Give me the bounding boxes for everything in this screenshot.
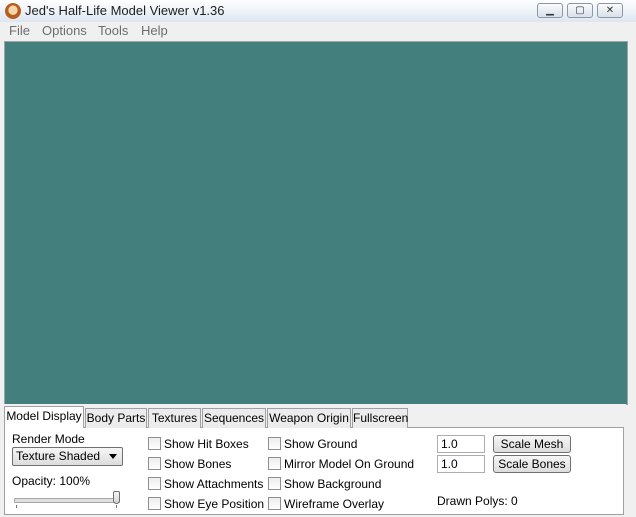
dropdown-arrow-icon: [109, 454, 117, 459]
show-hit-boxes-checkbox[interactable]: [148, 437, 161, 450]
show-background-checkbox[interactable]: [268, 477, 281, 490]
drawn-polys-readout: Drawn Polys: 0: [437, 494, 518, 508]
menu-bar: File Options Tools Help: [0, 22, 636, 40]
tab-textures[interactable]: Textures: [148, 408, 201, 428]
show-bones-checkbox[interactable]: [148, 457, 161, 470]
show-ground-checkbox[interactable]: [268, 437, 281, 450]
wireframe-overlay-checkbox[interactable]: [268, 497, 281, 510]
minimize-button[interactable]: ▁: [537, 3, 563, 18]
close-icon: ✕: [605, 5, 615, 16]
maximize-icon: ▢: [575, 5, 585, 16]
opacity-slider-thumb[interactable]: [113, 491, 120, 504]
title-bar: Jed's Half-Life Model Viewer v1.36 ▁ ▢ ✕: [0, 0, 636, 23]
opacity-label: Opacity: 100%: [12, 474, 91, 488]
mirror-model-on-ground-label: Mirror Model On Ground: [284, 457, 415, 471]
show-bones-label: Show Bones: [164, 457, 232, 471]
menu-options[interactable]: Options: [42, 23, 87, 38]
window-title: Jed's Half-Life Model Viewer v1.36: [25, 3, 225, 18]
show-ground-label: Show Ground: [284, 437, 358, 451]
tab-weapon-origin[interactable]: Weapon Origin: [267, 408, 351, 428]
tab-fullscreen[interactable]: Fullscreen: [352, 408, 408, 428]
scale-bones-input[interactable]: [437, 455, 485, 473]
tab-body-parts[interactable]: Body Parts: [85, 408, 147, 428]
wireframe-overlay-label: Wireframe Overlay: [284, 497, 385, 511]
model-viewport[interactable]: [4, 41, 628, 405]
show-hit-boxes-label: Show Hit Boxes: [164, 437, 249, 451]
maximize-button[interactable]: ▢: [567, 3, 593, 18]
opacity-slider-track[interactable]: [14, 498, 120, 503]
menu-tools[interactable]: Tools: [98, 23, 128, 38]
scale-bones-button[interactable]: Scale Bones: [493, 455, 571, 473]
tab-model-display[interactable]: Model Display: [4, 406, 84, 428]
slider-tick: [116, 505, 117, 508]
tab-sequences[interactable]: Sequences: [202, 408, 266, 428]
show-attachments-label: Show Attachments: [164, 477, 264, 491]
slider-tick: [16, 505, 17, 508]
menu-file[interactable]: File: [9, 23, 30, 38]
minimize-icon: ▁: [546, 5, 554, 16]
render-mode-select[interactable]: Texture Shaded: [12, 447, 123, 466]
scale-mesh-button[interactable]: Scale Mesh: [493, 435, 571, 453]
app-icon: [5, 3, 21, 19]
scale-mesh-input[interactable]: [437, 435, 485, 453]
close-button[interactable]: ✕: [597, 3, 623, 18]
menu-help[interactable]: Help: [141, 23, 168, 38]
show-eye-position-checkbox[interactable]: [148, 497, 161, 510]
mirror-model-on-ground-checkbox[interactable]: [268, 457, 281, 470]
render-mode-label: Render Mode: [12, 432, 85, 446]
show-attachments-checkbox[interactable]: [148, 477, 161, 490]
show-eye-position-label: Show Eye Position: [164, 497, 265, 511]
render-mode-value: Texture Shaded: [16, 449, 101, 463]
show-background-label: Show Background: [284, 477, 382, 491]
